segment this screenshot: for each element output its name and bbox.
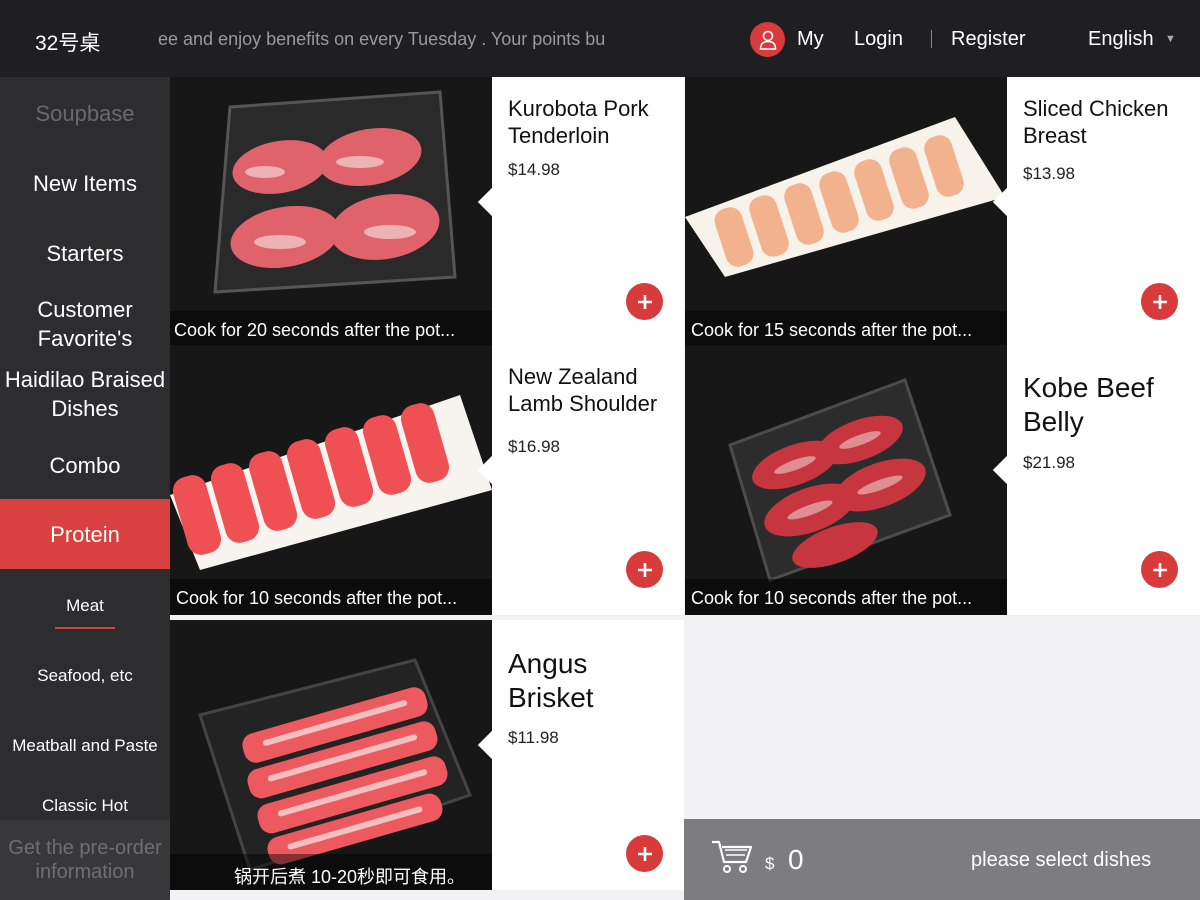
currency-symbol: $ [765,854,775,873]
dish-price: $16.98 [508,437,560,456]
promo-marquee: ee and enjoy benefits on every Tuesday .… [158,29,606,49]
dish-card[interactable]: Cook for 10 seconds after the pot... Kob… [685,345,1200,615]
dish-name: New Zealand Lamb Shoulder [508,364,658,416]
dish-photo [170,77,492,347]
cart-hint: please select dishes [971,849,1152,871]
dish-photo [170,345,492,615]
cook-instruction: 锅开后煮 10-20秒即可食用。 [170,854,492,890]
add-to-cart-button[interactable] [626,835,663,872]
add-to-cart-button[interactable] [1141,283,1178,320]
category-protein[interactable]: Protein [0,499,170,569]
subcategory-classic-hot[interactable]: Classic Hot [0,796,170,816]
subcategory-meatball-paste[interactable]: Meatball and Paste [0,736,170,756]
register-link[interactable]: Register [951,28,1025,51]
category-new-items[interactable]: New Items [0,169,170,198]
category-sidebar: Soupbase New Items Starters Customer Fav… [0,77,170,900]
active-subcategory-underline [55,627,115,629]
add-to-cart-button[interactable] [626,551,663,588]
plus-icon [1152,294,1167,309]
dish-photo [685,77,1007,347]
plus-icon [637,294,652,309]
dish-name: Kobe Beef Belly [1023,372,1154,437]
category-combo[interactable]: Combo [0,451,170,480]
dish-card[interactable]: Cook for 15 seconds after the pot... Sli… [685,77,1200,347]
category-customer-favorites[interactable]: Customer Favorite's [0,295,170,353]
dish-price: $11.98 [508,728,559,747]
my-link[interactable]: My [797,28,824,51]
cart-bar[interactable]: $ 0 please select dishes [684,819,1200,900]
dish-card[interactable]: Cook for 20 seconds after the pot... Kur… [170,77,684,347]
user-icon[interactable] [750,22,785,57]
dish-price: $14.98 [508,160,560,179]
dish-price: $21.98 [1023,453,1075,472]
dish-photo [170,620,492,890]
dish-photo [685,345,1007,615]
dish-price: $13.98 [1023,164,1075,183]
caret-down-icon[interactable]: ▼ [1165,33,1176,45]
dish-name: Sliced Chicken Breast [1023,96,1169,148]
category-starters[interactable]: Starters [0,239,170,268]
cook-instruction: Cook for 20 seconds after the pot... [170,311,492,347]
dish-card[interactable]: Cook for 10 seconds after the pot... New… [170,345,684,615]
cook-instruction: Cook for 15 seconds after the pot... [685,311,1007,347]
cart-total: 0 [788,844,804,875]
dish-name: Angus Brisket [508,648,594,713]
cook-instruction: Cook for 10 seconds after the pot... [685,579,1007,615]
add-to-cart-button[interactable] [626,283,663,320]
dish-card[interactable]: 锅开后煮 10-20秒即可食用。 Angus Brisket $11.98 [170,620,684,890]
add-to-cart-button[interactable] [1141,551,1178,588]
category-braised-dishes[interactable]: Haidilao Braised Dishes [0,365,170,423]
top-bar: 32号桌 ee and enjoy benefits on every Tues… [0,0,1200,77]
preorder-info-button[interactable]: Get the pre-order information [0,820,170,900]
cook-instruction: Cook for 10 seconds after the pot... [170,579,492,615]
login-link[interactable]: Login [854,28,903,51]
dish-name: Kurobota Pork Tenderloin [508,96,649,148]
subcategory-meat[interactable]: Meat [0,596,170,616]
subcategory-seafood[interactable]: Seafood, etc [0,666,170,686]
plus-icon [1152,562,1167,577]
header-divider [931,30,932,48]
language-selector[interactable]: English [1088,28,1154,51]
plus-icon [637,846,652,861]
person-icon [759,30,776,50]
plus-icon [637,562,652,577]
table-number: 32号桌 [35,32,101,55]
category-soupbase[interactable]: Soupbase [0,99,170,128]
cart-icon[interactable] [710,839,754,875]
